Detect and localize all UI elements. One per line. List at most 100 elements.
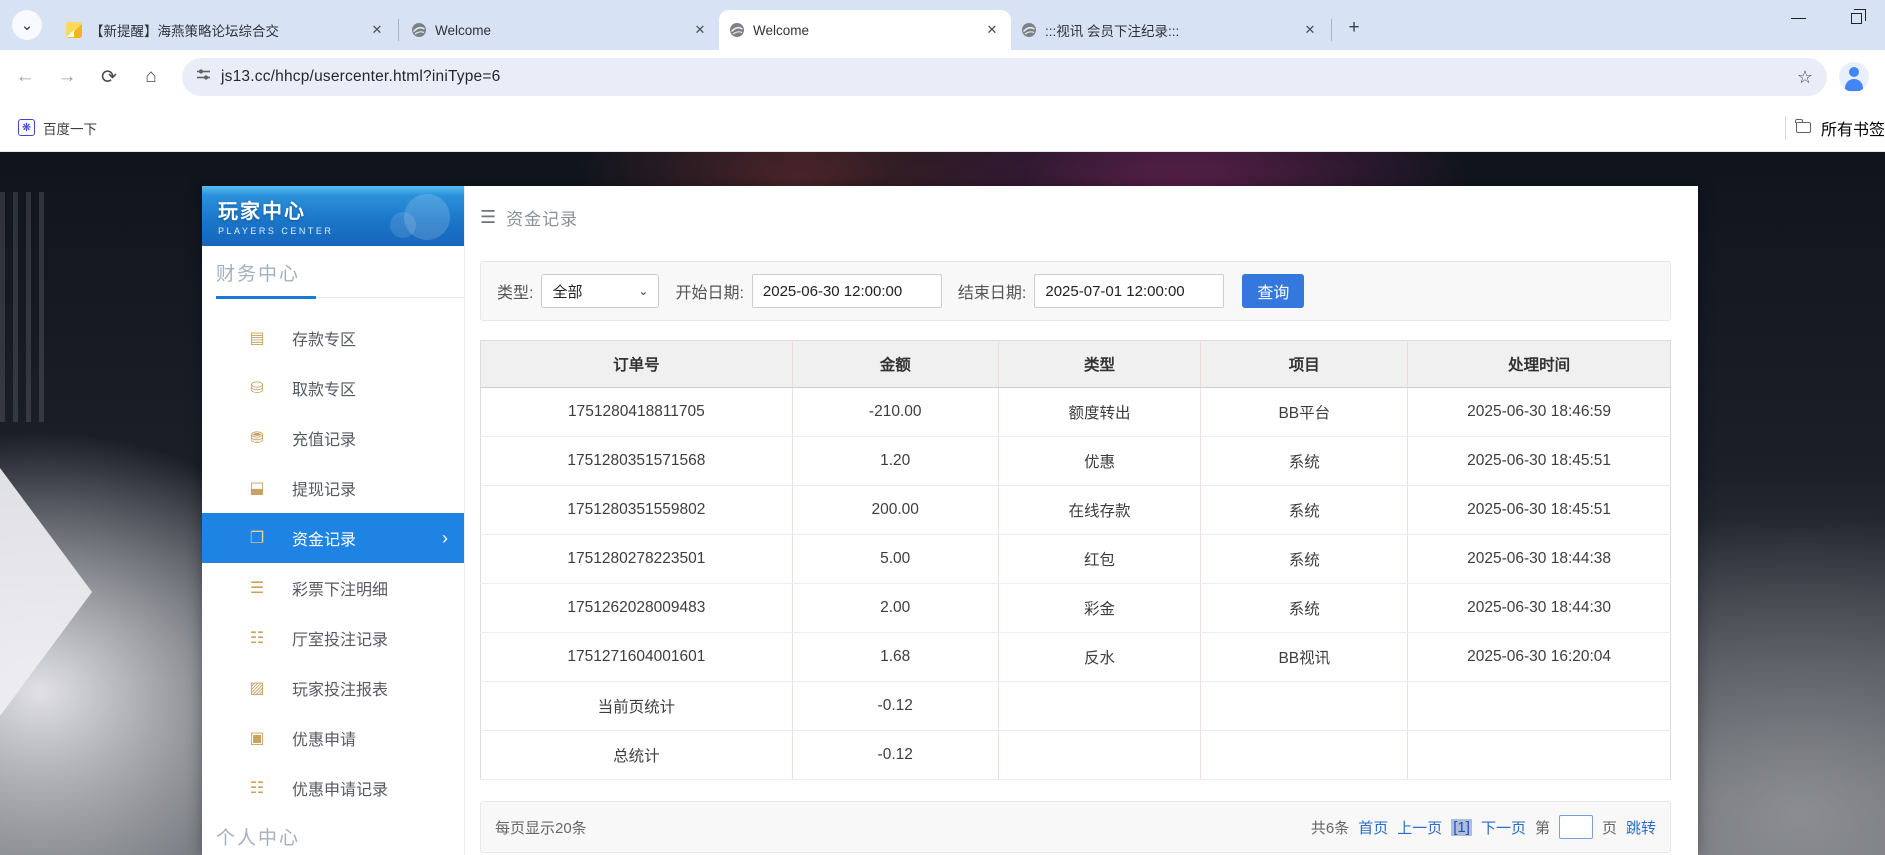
new-tab-button[interactable]: + bbox=[1340, 14, 1368, 42]
bookmark-baidu[interactable]: ❋ 百度一下 bbox=[18, 118, 97, 138]
sidebar-item-label: 充值记录 bbox=[292, 426, 356, 450]
tab-2[interactable]: Welcome ✕ bbox=[401, 10, 719, 50]
tab-close-icon[interactable]: ✕ bbox=[368, 21, 386, 39]
jump-page-input[interactable] bbox=[1559, 815, 1593, 839]
table-row: 17512620280094832.00彩金系统2025-06-30 18:44… bbox=[481, 584, 1671, 633]
table-cell: 1751280351571568 bbox=[481, 437, 793, 486]
url-text[interactable]: js13.cc/hhcp/usercenter.html?iniType=6 bbox=[221, 68, 1797, 86]
column-header: 类型 bbox=[998, 341, 1201, 388]
jump-link[interactable]: 跳转 bbox=[1626, 817, 1656, 838]
search-button[interactable]: 查询 bbox=[1242, 274, 1304, 308]
withdraw-hand-icon: ⛁ bbox=[246, 378, 268, 398]
forward-button[interactable]: → bbox=[50, 60, 84, 94]
browser-toolbar: ← → ⟳ ⌂ js13.cc/hhcp/usercenter.html?ini… bbox=[0, 50, 1885, 104]
tab-divider bbox=[398, 19, 399, 41]
globe-favicon-icon bbox=[1021, 22, 1037, 38]
table-cell: 当前页统计 bbox=[481, 682, 793, 731]
column-header: 处理时间 bbox=[1408, 341, 1671, 388]
table-row: 17512802782235015.00红包系统2025-06-30 18:44… bbox=[481, 535, 1671, 584]
table-row: 总统计-0.12 bbox=[481, 731, 1671, 780]
next-page-link[interactable]: 下一页 bbox=[1481, 817, 1526, 838]
globe-favicon-icon bbox=[729, 22, 745, 38]
background-texture bbox=[0, 192, 48, 422]
sidebar-item[interactable]: ▤存款专区 bbox=[202, 313, 464, 363]
tab-4[interactable]: :::视讯 会员下注纪录:::✕ bbox=[1011, 10, 1329, 50]
menu-toggle-icon[interactable]: ☰ bbox=[480, 207, 496, 228]
player-center-panel: 玩家中心 PLAYERS CENTER 财务中心 ▤存款专区⛁取款专区⛃充值记录… bbox=[202, 186, 1698, 855]
browser-tab-strip: ⌄ 【新提醒】海燕策略论坛综合交✕ Welcome ✕ Welcome ✕:::视讯 会… bbox=[0, 0, 1885, 50]
all-bookmarks[interactable]: 所有书签 bbox=[1785, 116, 1885, 140]
table-cell: 1751271604001601 bbox=[481, 633, 793, 682]
start-date-input[interactable] bbox=[752, 274, 942, 308]
site-info-icon[interactable] bbox=[196, 67, 211, 87]
pagination-bar: 每页显示20条 共6条 首页 上一页 [1] 下一页 第 页 跳转 bbox=[480, 801, 1671, 853]
tab-close-icon[interactable]: ✕ bbox=[691, 21, 709, 39]
sidebar-menu: ▤存款专区 ⛁ 取款专区 ⛃ 充值记录 ⬓提现记录❐资金记录›☰彩票下注明细☷厅室投注记录… bbox=[202, 313, 464, 813]
sidebar-item[interactable]: ⛃ 充值记录 bbox=[202, 413, 464, 463]
wallet-icon: ⬓ bbox=[246, 478, 268, 498]
divider bbox=[1785, 116, 1786, 140]
tab-3-active[interactable]: Welcome ✕ bbox=[719, 10, 1011, 50]
sidebar-item[interactable]: ☰彩票下注明细 bbox=[202, 563, 464, 613]
start-date-label: 开始日期: bbox=[675, 279, 743, 303]
home-button[interactable]: ⌂ bbox=[134, 60, 168, 94]
sidebar-item[interactable]: ⛁ 取款专区 bbox=[202, 363, 464, 413]
table-row: 当前页统计-0.12 bbox=[481, 682, 1671, 731]
pagination-controls: 共6条 首页 上一页 [1] 下一页 第 页 跳转 bbox=[1311, 815, 1656, 839]
bookmark-star-icon[interactable]: ☆ bbox=[1797, 67, 1813, 88]
sidebar-item[interactable]: ⬓提现记录 bbox=[202, 463, 464, 513]
table-cell: 2025-06-30 18:45:51 bbox=[1408, 486, 1671, 535]
type-label: 类型: bbox=[497, 279, 533, 303]
table-row: 1751280418811705-210.00额度转出BB平台2025-06-3… bbox=[481, 388, 1671, 437]
table-cell: -0.12 bbox=[792, 731, 998, 780]
sidebar-item[interactable]: ☷厅室投注记录 bbox=[202, 613, 464, 663]
yellow-doc-favicon-icon bbox=[66, 22, 82, 38]
tab-title: Welcome bbox=[435, 23, 683, 38]
table-cell: -0.12 bbox=[792, 682, 998, 731]
tab-close-icon[interactable]: ✕ bbox=[1301, 21, 1319, 39]
tab-search-button[interactable]: ⌄ bbox=[12, 10, 42, 40]
tab-close-icon[interactable]: ✕ bbox=[983, 21, 1001, 39]
column-header: 项目 bbox=[1201, 341, 1408, 388]
tab-title: Welcome bbox=[753, 23, 975, 38]
folder-icon bbox=[1796, 122, 1811, 133]
table-cell: 额度转出 bbox=[998, 388, 1201, 437]
main-content: ☰ 资金记录 类型: 全部 ⌄ 开始日期: 结束日期: 查询 订单号金额类型项目… bbox=[465, 186, 1698, 855]
table-cell: 系统 bbox=[1201, 584, 1408, 633]
chevron-right-icon: › bbox=[442, 528, 448, 549]
sidebar-item[interactable]: ☷优惠申请记录 bbox=[202, 763, 464, 813]
table-cell: 2025-06-30 18:45:51 bbox=[1408, 437, 1671, 486]
first-page-link[interactable]: 首页 bbox=[1358, 817, 1388, 838]
total-count: 共6条 bbox=[1311, 817, 1349, 838]
reload-button[interactable]: ⟳ bbox=[92, 60, 126, 94]
current-page: [1] bbox=[1451, 819, 1472, 836]
funds-icon: ❐ bbox=[246, 528, 268, 548]
table-cell: 红包 bbox=[998, 535, 1201, 584]
minimize-button[interactable] bbox=[1769, 0, 1827, 36]
table-cell: 总统计 bbox=[481, 731, 793, 780]
tab-divider bbox=[1331, 19, 1332, 41]
end-date-input[interactable] bbox=[1034, 274, 1224, 308]
moneybag-icon: ⛃ bbox=[246, 428, 268, 448]
funds-records-table: 订单号金额类型项目处理时间1751280418811705-210.00额度转出… bbox=[480, 340, 1671, 780]
back-button[interactable]: ← bbox=[8, 60, 42, 94]
restore-button[interactable] bbox=[1827, 0, 1885, 36]
sidebar-item[interactable]: ❐资金记录› bbox=[202, 513, 464, 563]
table-cell: 1751280418811705 bbox=[481, 388, 793, 437]
table-cell: 彩金 bbox=[998, 584, 1201, 633]
table-cell: 优惠 bbox=[998, 437, 1201, 486]
table-cell: 1751280351559802 bbox=[481, 486, 793, 535]
table-cell: 2.00 bbox=[792, 584, 998, 633]
prev-page-link[interactable]: 上一页 bbox=[1397, 817, 1442, 838]
sidebar-item-label: 玩家投注报表 bbox=[292, 676, 388, 700]
sidebar-item[interactable]: ▨玩家投注报表 bbox=[202, 663, 464, 713]
sidebar-item[interactable]: ▣优惠申请 bbox=[202, 713, 464, 763]
sidebar-item-label: 取款专区 bbox=[292, 376, 356, 400]
profile-avatar[interactable] bbox=[1839, 62, 1869, 92]
table-cell: -210.00 bbox=[792, 388, 998, 437]
sidebar-item-label: 存款专区 bbox=[292, 326, 356, 350]
type-select[interactable]: 全部 ⌄ bbox=[541, 274, 659, 308]
address-bar[interactable]: js13.cc/hhcp/usercenter.html?iniType=6 ☆ bbox=[182, 58, 1827, 96]
tab-1[interactable]: 【新提醒】海燕策略论坛综合交✕ bbox=[56, 10, 396, 50]
table-cell: 系统 bbox=[1201, 535, 1408, 584]
